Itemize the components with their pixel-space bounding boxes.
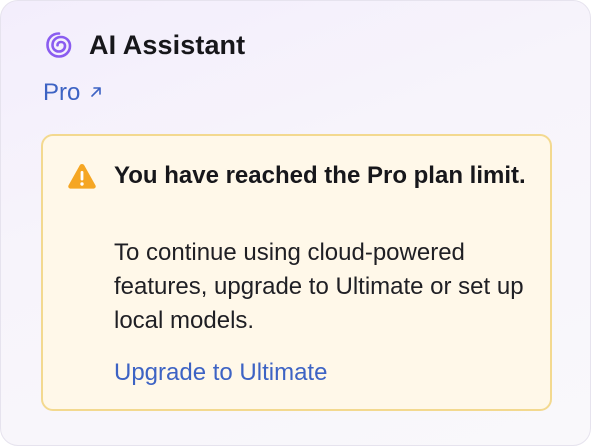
plan-limit-warning: You have reached the Pro plan limit. To …	[41, 134, 552, 411]
panel-header: AI Assistant	[43, 29, 245, 61]
warning-triangle-icon	[67, 162, 97, 190]
plan-link[interactable]: Pro	[43, 79, 104, 107]
arrow-up-right-icon	[88, 79, 104, 107]
ai-assistant-spiral-icon	[43, 29, 75, 61]
panel-title: AI Assistant	[89, 29, 246, 60]
warning-message: To continue using cloud-powered features…	[114, 239, 524, 334]
warning-title: You have reached the Pro plan limit.	[114, 162, 526, 189]
ai-assistant-panel: AI Assistant Pro You have reached the Pr…	[0, 0, 591, 446]
plan-label: Pro	[43, 79, 81, 106]
upgrade-to-ultimate-link[interactable]: Upgrade to Ultimate	[114, 356, 327, 390]
